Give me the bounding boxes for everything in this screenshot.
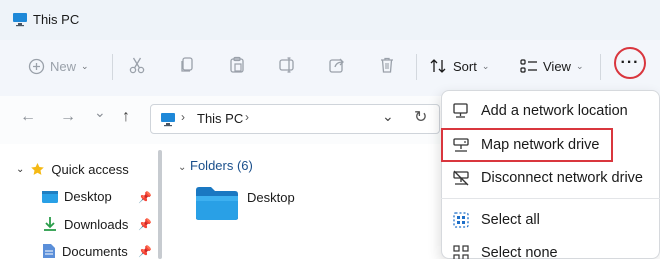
star-icon: [31, 163, 45, 175]
menu-item-label: Disconnect network drive: [481, 170, 643, 186]
toolbar-divider: [600, 54, 601, 80]
folders-group-header[interactable]: ⌄ Folders (6): [178, 158, 253, 173]
new-button[interactable]: New ⌄: [28, 40, 89, 92]
pin-icon[interactable]: 📌: [138, 191, 152, 204]
chevron-right-icon[interactable]: ›: [245, 110, 249, 124]
menu-item-label: Select all: [481, 212, 540, 228]
delete-icon[interactable]: [378, 56, 396, 74]
view-label: View: [543, 58, 571, 74]
download-icon: [44, 217, 56, 231]
menu-item-add-network-location[interactable]: Add a network location: [451, 96, 651, 126]
menu-item-label: Add a network location: [481, 103, 628, 119]
up-button[interactable]: ↑: [122, 108, 130, 126]
forward-button[interactable]: →: [60, 108, 76, 126]
select-all-icon: [453, 212, 469, 228]
chevron-down-icon: ⌄: [178, 162, 187, 173]
documents-icon: [43, 244, 55, 258]
cut-icon[interactable]: [128, 56, 146, 74]
pin-icon[interactable]: 📌: [138, 245, 152, 258]
sidebar-item-label: Documents: [62, 243, 128, 259]
sidebar-item-quick-access[interactable]: ⌄ Quick access: [16, 162, 129, 177]
sidebar-item-desktop[interactable]: Desktop: [42, 189, 112, 204]
menu-divider: [441, 198, 660, 199]
menu-item-label: Select none: [481, 245, 558, 259]
sort-label: Sort: [453, 58, 477, 74]
plus-circle-icon: [28, 58, 45, 74]
chevron-down-icon: ⌄: [81, 60, 89, 71]
address-dropdown-button[interactable]: ⌄: [382, 108, 394, 125]
breadcrumb-this-pc[interactable]: This PC: [197, 111, 243, 126]
refresh-button[interactable]: ↻: [414, 107, 427, 127]
sort-button[interactable]: Sort ⌄: [430, 40, 489, 92]
view-icon: [520, 59, 537, 73]
sort-icon: [430, 59, 446, 73]
sidebar-item-label: Quick access: [51, 162, 129, 177]
folders-group-label: Folders (6): [190, 158, 253, 173]
sidebar-item-documents[interactable]: Documents: [42, 243, 128, 259]
window-title: This PC: [33, 12, 80, 27]
view-button[interactable]: View ⌄: [520, 40, 584, 92]
this-pc-icon: [161, 113, 175, 127]
title-bar: [0, 0, 660, 40]
rename-icon[interactable]: [278, 56, 296, 74]
navigation-pane-scrollbar[interactable]: [158, 150, 162, 259]
sidebar-item-downloads[interactable]: Downloads: [42, 216, 128, 232]
chevron-down-icon: ⌄: [481, 60, 490, 71]
desktop-folder-icon[interactable]: [194, 184, 240, 222]
chevron-right-icon[interactable]: ›: [181, 110, 185, 124]
paste-icon[interactable]: [228, 56, 246, 74]
address-bar[interactable]: [150, 104, 440, 134]
toolbar-divider: [112, 54, 113, 80]
menu-item-select-all[interactable]: Select all: [451, 205, 651, 235]
sidebar-item-label: Desktop: [64, 189, 112, 204]
this-pc-icon: [13, 13, 27, 27]
desktop-folder-icon: [42, 190, 58, 203]
more-options-button[interactable]: ···: [614, 47, 646, 79]
chevron-down-icon: ⌄: [16, 164, 25, 175]
pin-icon[interactable]: 📌: [138, 218, 152, 231]
disconnect-drive-icon: [453, 170, 469, 186]
menu-item-disconnect-network-drive[interactable]: Disconnect network drive: [451, 163, 651, 193]
network-location-icon: [453, 103, 468, 118]
copy-icon[interactable]: [178, 56, 196, 74]
chevron-down-icon: ⌄: [575, 60, 584, 71]
new-label: New: [50, 58, 77, 74]
map-network-drive-highlight: [441, 128, 613, 162]
recent-locations-button[interactable]: ⌄: [94, 104, 106, 121]
sidebar-item-label: Downloads: [64, 216, 129, 232]
menu-item-select-none[interactable]: Select none: [451, 238, 651, 259]
select-none-icon: [453, 245, 469, 259]
share-icon[interactable]: [328, 56, 346, 74]
folder-label-desktop[interactable]: Desktop: [247, 190, 295, 205]
toolbar-divider: [416, 54, 417, 80]
back-button[interactable]: ←: [20, 108, 36, 126]
